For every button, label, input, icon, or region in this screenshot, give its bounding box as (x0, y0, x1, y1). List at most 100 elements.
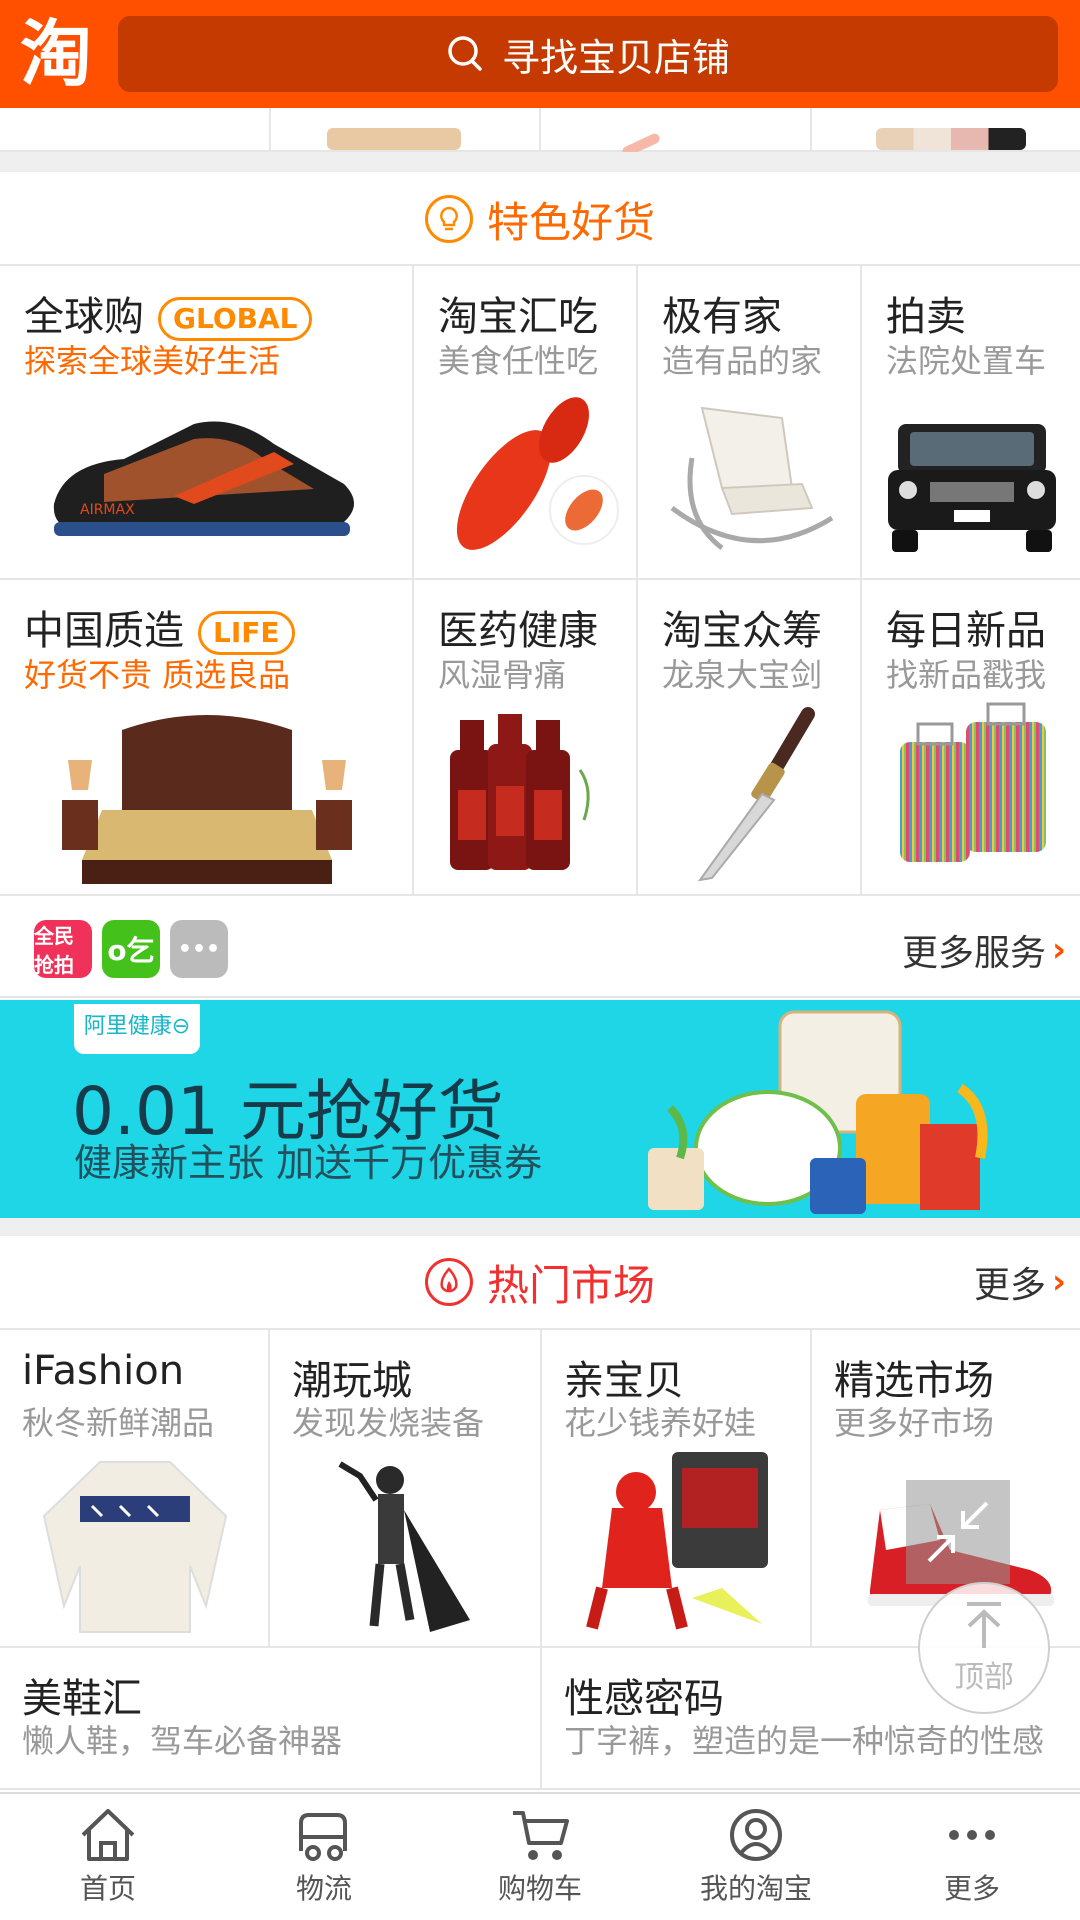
search-placeholder: 寻找宝贝店铺 (501, 35, 730, 80)
search-icon (448, 36, 482, 71)
bottom-tab-bar: 首页 物流 购物车 我的淘宝 更多 (0, 1792, 1080, 1920)
item-subtitle: 探索全球美好生活 (24, 342, 281, 380)
featured-item-global[interactable]: 全球购 GLOBAL 探索全球美好生活 AIRMAX (0, 266, 414, 580)
item-title: 全球购 (24, 294, 144, 340)
tab-more[interactable]: 更多 (864, 1794, 1080, 1920)
bed-image (62, 715, 352, 884)
item-subtitle: 找新品戳我 (886, 656, 1047, 694)
featured-grid: 全球购 GLOBAL 探索全球美好生活 AIRMAX 淘宝汇吃 美食任性吃 极有家… (0, 266, 1080, 896)
svg-text:AIRMAX: AIRMAX (80, 502, 135, 518)
truck-icon (299, 1813, 347, 1861)
item-title: 医药健康 (438, 608, 598, 654)
alihealth-brand: 阿里健康⊖ (74, 1004, 200, 1054)
health-products-image (648, 1010, 988, 1214)
featured-item-new-daily[interactable]: 每日新品 找新品戳我 (862, 580, 1080, 896)
profile-icon (730, 1809, 782, 1861)
tab-label: 更多 (943, 1872, 1000, 1905)
koubei-icon[interactable]: o乞 (102, 920, 160, 978)
tab-logistics[interactable]: 物流 (216, 1794, 432, 1920)
market-item-baby[interactable]: 亲宝贝 花少钱养好娃 (542, 1330, 812, 1648)
item-title: 淘宝众筹 (662, 608, 822, 654)
sweater-image (42, 1461, 228, 1633)
tab-label: 购物车 (497, 1872, 582, 1905)
tab-label: 首页 (79, 1872, 136, 1905)
item-title: 每日新品 (886, 608, 1046, 654)
featured-item-health[interactable]: 医药健康 风湿骨痛 (414, 580, 638, 896)
more-services-link[interactable]: 更多服务 › (902, 924, 1066, 976)
item-subtitle: 更多好市场 (834, 1404, 995, 1442)
strip-cell[interactable] (0, 108, 271, 150)
featured-item-auction[interactable]: 拍卖 法院处置车 (862, 266, 1080, 580)
item-subtitle: 风湿骨痛 (438, 656, 567, 694)
item-title: 中国质造 (24, 608, 184, 654)
flame-icon (424, 1258, 473, 1306)
back-to-top-button[interactable]: 顶部 (918, 1582, 1050, 1714)
figure-image (338, 1461, 470, 1632)
global-badge: GLOBAL (158, 297, 313, 341)
tab-cart[interactable]: 购物车 (432, 1794, 648, 1920)
item-subtitle: 秋冬新鲜潮品 (22, 1404, 215, 1442)
top-header: 淘 寻找宝贝店铺 (0, 0, 1080, 108)
hot-market-section-header: 热门市场 更多 › (0, 1236, 1080, 1330)
hot-market-more-link[interactable]: 更多 › (974, 1256, 1066, 1308)
robot-toy-image (586, 1452, 768, 1630)
cart-icon (513, 1811, 569, 1860)
sneaker-image: AIRMAX (53, 421, 354, 536)
tab-label: 物流 (295, 1872, 352, 1905)
promo-banner[interactable]: 阿里健康⊖ 0.01 元抢好货 健康新主张 加送千万优惠券 (0, 1000, 1080, 1218)
strip-cell[interactable] (271, 108, 541, 150)
hot-market-title: 热门市场 (486, 1260, 655, 1310)
more-dots-icon[interactable]: ••• (170, 920, 228, 978)
collapse-arrows-icon (927, 1501, 989, 1563)
section-gap (0, 152, 1080, 172)
search-bar[interactable]: 寻找宝贝店铺 (118, 16, 1058, 92)
suv-image (888, 424, 1056, 552)
home-icon (81, 1809, 135, 1861)
featured-item-crowdfunding[interactable]: 淘宝众筹 龙泉大宝剑 (638, 580, 862, 896)
quanmin-qiangou-icon[interactable]: 全民抢拍 (34, 920, 92, 978)
item-subtitle: 美食任性吃 (438, 342, 599, 380)
item-title: 极有家 (662, 294, 782, 340)
wine-bottles-image (450, 714, 590, 870)
item-subtitle: 造有品的家 (662, 342, 823, 380)
services-row: 全民抢拍 o乞 ••• 更多服务 › (0, 898, 1080, 998)
chevron-right-icon: › (1051, 930, 1066, 970)
more-icon (949, 1830, 995, 1840)
market-item-shoes[interactable]: 美鞋汇 懒人鞋，驾车必备神器 (0, 1648, 542, 1790)
featured-section-header: 特色好货 (0, 174, 1080, 266)
strip-cell[interactable] (541, 108, 812, 158)
item-title: iFashion (22, 1348, 185, 1394)
tab-home[interactable]: 首页 (0, 1794, 216, 1920)
more-label: 更多 (973, 1265, 1046, 1306)
item-subtitle: 懒人鞋，驾车必备神器 (22, 1722, 343, 1760)
market-item-ifashion[interactable]: iFashion 秋冬新鲜潮品 (0, 1330, 270, 1648)
collapse-button[interactable] (906, 1480, 1010, 1584)
back-to-top-label: 顶部 (954, 1660, 1014, 1695)
banner-subline: 健康新主张 加送千万优惠券 (74, 1141, 543, 1185)
lobster-image (456, 397, 619, 550)
phone-image (326, 128, 461, 150)
more-services-label: 更多服务 (901, 933, 1046, 974)
suitcases-image (900, 702, 1046, 862)
product-strip-remnant (0, 108, 1080, 158)
item-subtitle: 龙泉大宝剑 (662, 656, 823, 694)
section-gap (0, 1218, 1080, 1236)
taobao-home-screen: 淘 寻找宝贝店铺 特色好货 全球购 GLOBAL 探索全球美好生活 AIRMAX… (0, 0, 1080, 1920)
item-subtitle: 发现发烧装备 (292, 1404, 485, 1442)
tab-my-taobao[interactable]: 我的淘宝 (648, 1794, 864, 1920)
featured-item-food[interactable]: 淘宝汇吃 美食任性吃 (414, 266, 638, 580)
market-item-toys[interactable]: 潮玩城 发现发烧装备 (270, 1330, 542, 1648)
item-title: 拍卖 (886, 294, 966, 340)
chair-image (670, 406, 834, 550)
featured-item-home[interactable]: 极有家 造有品的家 (638, 266, 862, 580)
lightbulb-icon (424, 195, 473, 243)
arrow-up-icon (967, 1602, 1001, 1648)
item-title: 淘宝汇吃 (438, 294, 598, 340)
item-subtitle: 法院处置车 (886, 342, 1047, 380)
strip-cell[interactable] (812, 108, 1080, 150)
featured-section-title: 特色好货 (486, 197, 655, 247)
chevron-right-icon: › (1051, 1262, 1066, 1302)
phones-image (875, 128, 1026, 150)
featured-item-china-made[interactable]: 中国质造 LIFE 好货不贵 质选良品 (0, 580, 414, 896)
taobao-logo[interactable]: 淘 (12, 10, 100, 98)
